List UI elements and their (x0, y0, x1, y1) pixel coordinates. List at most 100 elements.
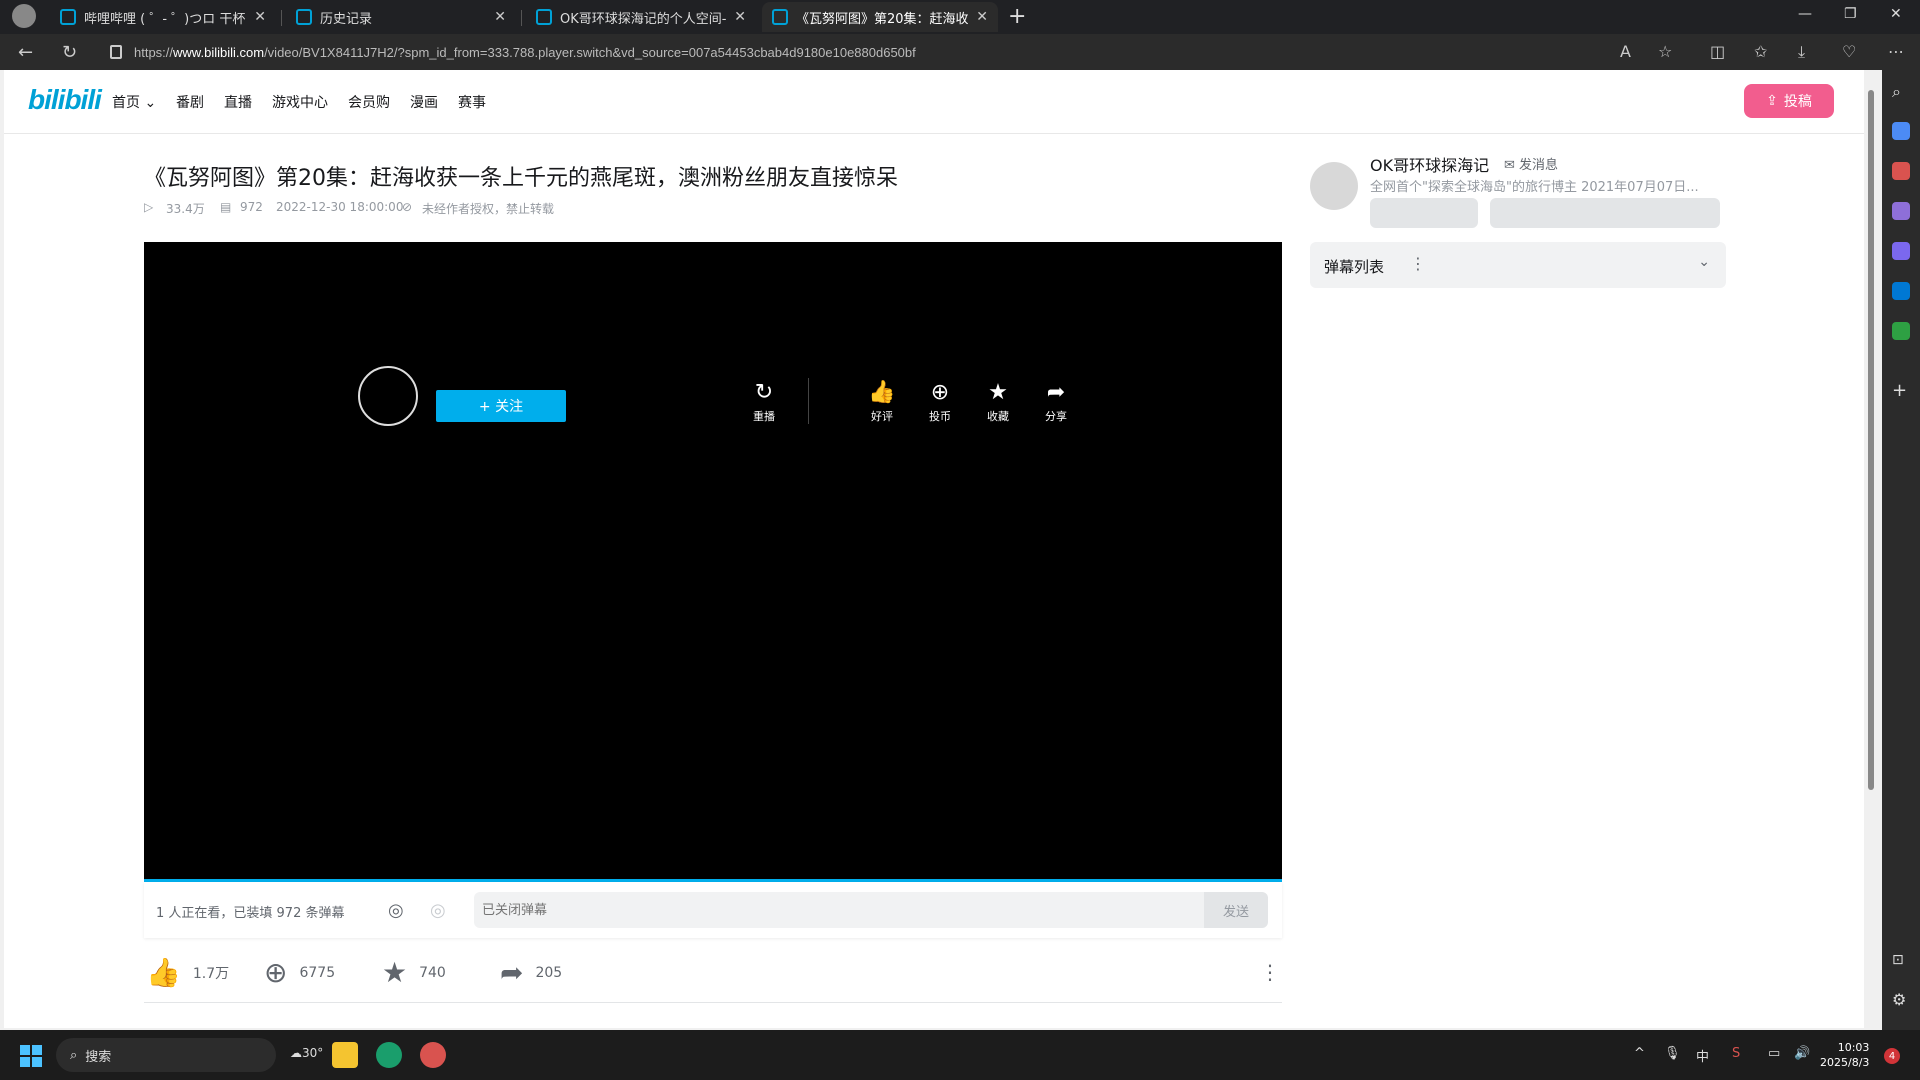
taskbar-search[interactable]: ⌕ 搜索 (56, 1038, 276, 1072)
new-tab-icon[interactable]: + (1008, 4, 1026, 29)
favorites-icon[interactable]: ✩ (1754, 42, 1767, 61)
nav-mall[interactable]: 会员购 (348, 92, 390, 112)
gear-icon[interactable]: ⚙ (1892, 990, 1910, 1009)
uploader-avatar[interactable] (1310, 162, 1358, 210)
read-aloud-icon[interactable]: A (1620, 42, 1631, 61)
uploader-name[interactable]: OK哥环球探海记 (1370, 152, 1489, 176)
upload-button[interactable]: ⇪ 投稿 (1744, 84, 1834, 118)
uploader-avatar-ring[interactable] (358, 366, 418, 426)
more-vertical-icon[interactable]: ⋮ (1410, 254, 1426, 273)
share-button[interactable]: ➦ 分享 (1036, 380, 1076, 424)
nav-manga[interactable]: 漫画 (410, 92, 438, 112)
drop-icon[interactable] (1892, 322, 1910, 340)
close-icon[interactable]: ✕ (254, 9, 266, 25)
split-screen-icon[interactable]: ◫ (1710, 42, 1725, 61)
url-prefix: https:// (134, 44, 174, 60)
tab-history[interactable]: 历史记录 ✕ (286, 2, 516, 32)
url-field[interactable]: https://www.bilibili.com/video/BV1X8411J… (110, 38, 1690, 66)
send-message-label: 发消息 (1519, 158, 1559, 173)
close-window-icon[interactable]: ✕ (1890, 6, 1902, 22)
nav-esports[interactable]: 赛事 (458, 92, 486, 112)
screenshot-icon[interactable]: ⊡ (1892, 952, 1910, 970)
danmaku-settings-icon[interactable]: ◎ (430, 900, 446, 921)
profile-avatar[interactable] (12, 4, 36, 28)
share-count: 205 (535, 964, 563, 981)
like-button[interactable]: 👍 好评 (862, 380, 902, 424)
chevron-down-icon[interactable]: ⌄ (1698, 254, 1710, 270)
back-icon[interactable]: ← (18, 42, 33, 63)
tab-video-active[interactable]: 《瓦努阿图》第20集：赶海收获 ✕ (762, 2, 998, 32)
danmaku-list-panel[interactable]: 弹幕列表 ⋮ ⌄ (1310, 242, 1726, 288)
danmaku-input[interactable] (474, 892, 1204, 928)
file-explorer-icon[interactable] (332, 1042, 358, 1068)
ime-indicator[interactable]: 中 (1696, 1046, 1709, 1065)
mail-icon: ✉ (1504, 158, 1515, 173)
toolbar-share[interactable]: ➦ 205 (500, 956, 562, 989)
restore-icon[interactable]: ❐ (1844, 6, 1857, 22)
danmaku-count-icon: ▤ (220, 200, 232, 214)
danmaku-toggle-icon[interactable]: ◎ (388, 900, 404, 921)
tray-chevron-icon[interactable]: ^ (1634, 1046, 1645, 1061)
outlook-icon[interactable] (1892, 282, 1910, 300)
weather-temp: 30° (302, 1046, 324, 1060)
edge-browser-icon[interactable] (376, 1042, 402, 1068)
tab-bilibili-home[interactable]: 哔哩哔哩 ( ゜- ゜)つロ 干杯~-bilibili ✕ (50, 2, 276, 32)
shopping-icon[interactable] (1892, 122, 1910, 140)
video-player[interactable]: + 关注 ↻ 重播 👍 好评 ⊕ 投币 ★ 收藏 ➦ 分享 (144, 242, 1282, 882)
refresh-icon[interactable]: ↻ (62, 42, 77, 63)
favorite-count: 740 (419, 964, 446, 981)
search-icon[interactable]: ⌕ (1892, 82, 1910, 101)
tools-icon[interactable] (1892, 162, 1910, 180)
toolbar-like[interactable]: 👍 1.7万 (146, 956, 229, 989)
nav-live[interactable]: 直播 (224, 92, 252, 112)
follow-button[interactable]: + 关注 (436, 390, 566, 422)
close-icon[interactable]: ✕ (734, 9, 746, 25)
upload-label: 投稿 (1783, 94, 1812, 110)
windows-taskbar: ⌕ 搜索 ☁30° ^ 🎙 中 S ▭ 🔊 10:03 2025/8/3 4 (0, 1030, 1920, 1080)
download-icon[interactable]: ⤓ (1798, 42, 1805, 62)
copilot-icon[interactable] (1892, 242, 1910, 260)
toolbar-favorite[interactable]: ★ 740 (382, 956, 446, 989)
more-vertical-icon[interactable]: ⋮ (1260, 960, 1280, 984)
site-header: bilibili 首页 ⌄ 番剧 直播 游戏中心 会员购 漫画 赛事 ⇪ 投稿 (4, 70, 1866, 134)
coin-icon: ⊕ (264, 956, 288, 989)
publish-date: 2022-12-30 18:00:00 (276, 200, 404, 214)
close-icon[interactable]: ✕ (976, 9, 988, 25)
microphone-icon[interactable]: 🎙 (1664, 1046, 1681, 1061)
danmaku-info: 1 人正在看，已装填 972 条弹幕 (156, 906, 345, 921)
weather-widget[interactable]: ☁30° (290, 1046, 323, 1060)
taskbar-clock[interactable]: 10:03 2025/8/3 (1820, 1040, 1869, 1070)
scroll-thumb[interactable] (1868, 90, 1874, 790)
bilibili-logo[interactable]: bilibili (28, 84, 102, 116)
replay-button[interactable]: ↻ 重播 (744, 380, 784, 424)
follow-button-skeleton (1490, 198, 1720, 228)
windows-start-icon[interactable] (20, 1045, 42, 1067)
like-icon: 👍 (146, 956, 181, 989)
toolbar-coin[interactable]: ⊕ 6775 (264, 956, 335, 989)
coin-button[interactable]: ⊕ 投币 (920, 380, 960, 424)
sogou-icon[interactable]: S (1732, 1046, 1740, 1061)
browser-essentials-icon[interactable]: ♡ (1842, 42, 1856, 61)
star-icon: ★ (382, 956, 408, 989)
coin-icon: ⊕ (930, 380, 950, 405)
nav-home[interactable]: 首页 ⌄ (112, 92, 156, 112)
volume-icon[interactable]: 🔊 (1794, 1046, 1810, 1061)
send-message-link[interactable]: ✉ 发消息 (1504, 154, 1558, 173)
send-button[interactable]: 发送 (1204, 892, 1268, 928)
share-icon: ➦ (500, 956, 524, 989)
add-icon[interactable]: + (1892, 380, 1910, 401)
nav-anime[interactable]: 番剧 (176, 92, 204, 112)
close-icon[interactable]: ✕ (494, 9, 506, 25)
menu-dots-icon[interactable]: ⋯ (1888, 42, 1904, 61)
favorite-button[interactable]: ★ 收藏 (978, 380, 1018, 424)
nav-game-center[interactable]: 游戏中心 (272, 92, 328, 112)
minimize-icon[interactable]: — (1798, 6, 1812, 22)
games-icon[interactable] (1892, 202, 1910, 220)
app-icon[interactable] (420, 1042, 446, 1068)
page-scrollbar[interactable] (1864, 70, 1878, 1030)
view-count: 33.4万 (166, 202, 205, 216)
tab-user-space[interactable]: OK哥环球探海记的个人空间-OK哥 ✕ (526, 2, 756, 32)
notification-badge[interactable]: 4 (1884, 1048, 1900, 1064)
network-icon[interactable]: ▭ (1768, 1046, 1780, 1061)
favorite-star-icon[interactable]: ☆ (1658, 42, 1672, 61)
